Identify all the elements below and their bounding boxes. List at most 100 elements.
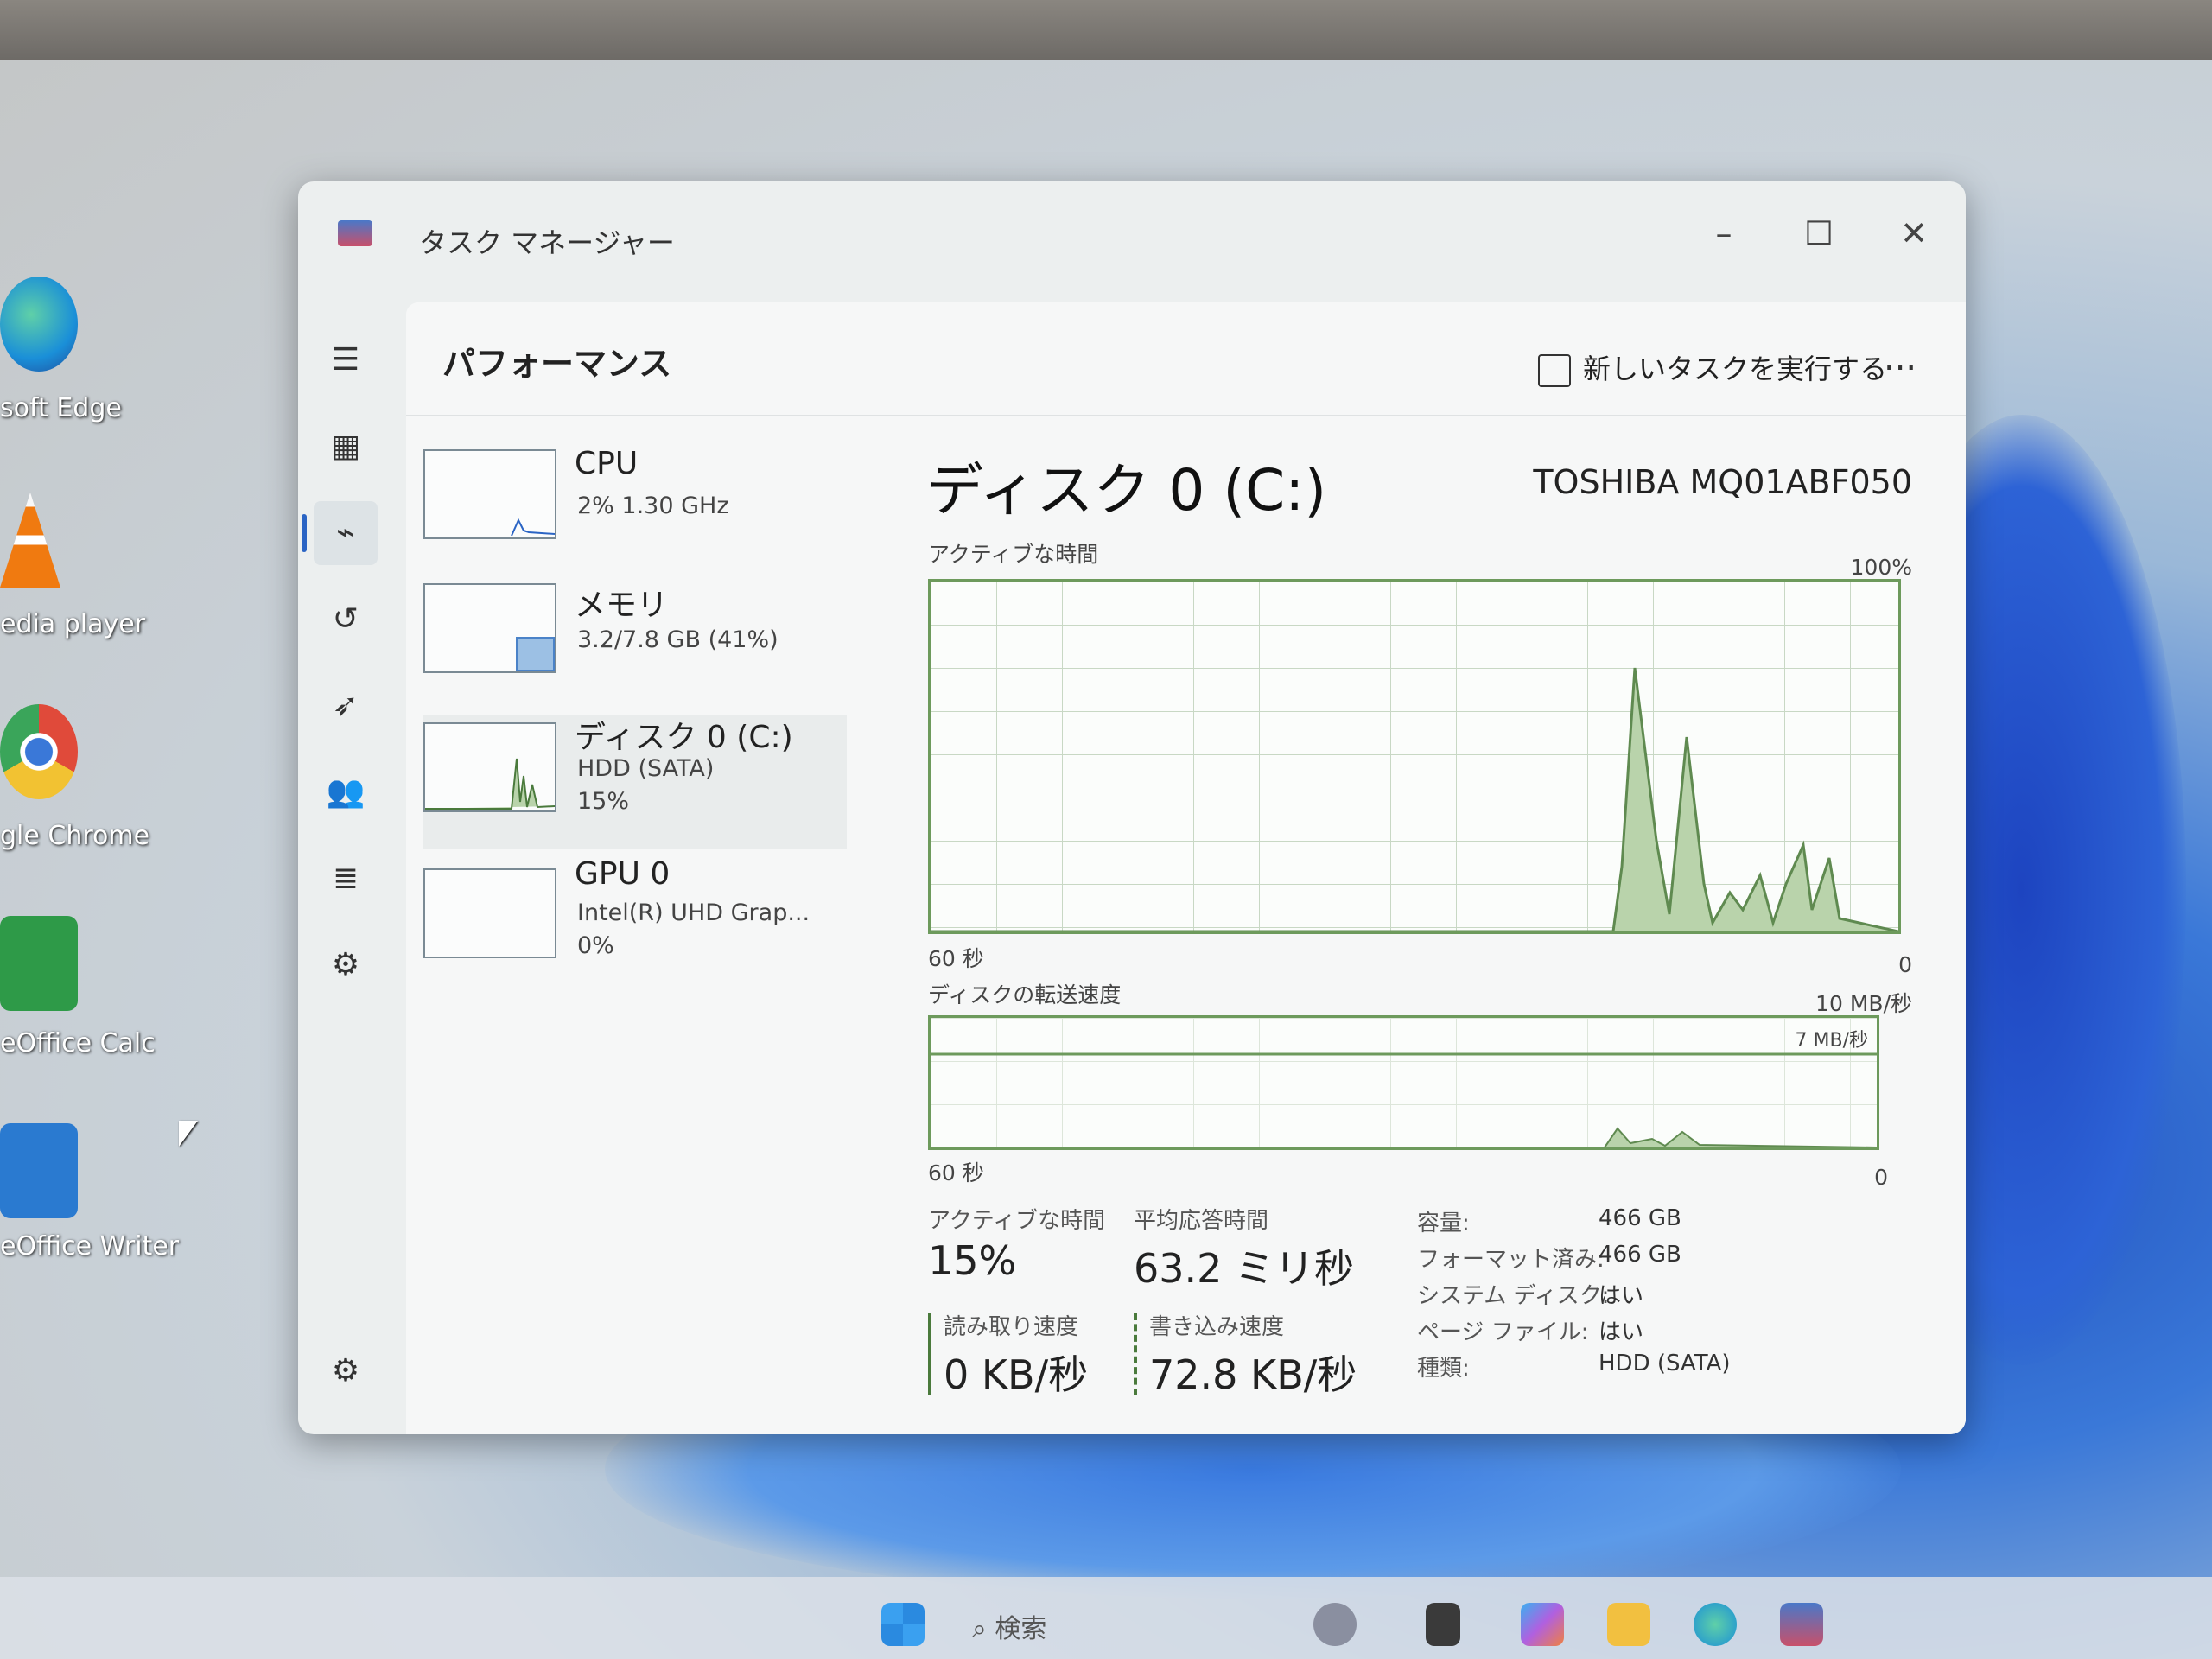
resource-name: CPU: [575, 446, 639, 481]
processes-icon[interactable]: ▦: [314, 415, 378, 479]
active-time-min: 0: [1898, 952, 1912, 977]
start-menu-icon[interactable]: [881, 1603, 925, 1646]
vlc-icon: [0, 493, 60, 588]
gpu-thumbnail-graph: [423, 868, 556, 958]
transfer-rate-label: ディスクの転送速度: [928, 982, 1122, 1007]
resource-item-gpu[interactable]: GPU 0 Intel(R) UHD Grap... 0%: [423, 856, 847, 981]
write-speed-label: 書き込み速度: [1149, 1314, 1285, 1340]
transfer-rate-min: 0: [1874, 1165, 1888, 1190]
avg-response-value: 63.2 ミリ秒: [1134, 1245, 1355, 1292]
property-key: フォーマット済み:: [1417, 1247, 1605, 1273]
folder-icon[interactable]: [1607, 1603, 1650, 1646]
startup-apps-icon[interactable]: ➶: [314, 674, 378, 738]
avg-response-label: 平均応答時間: [1134, 1208, 1269, 1234]
copilot-icon[interactable]: [1521, 1603, 1564, 1646]
desktop-icon-label: eOffice Calc: [0, 1028, 156, 1058]
property-value: 466 GB: [1599, 1205, 1681, 1231]
mouse-cursor: [179, 1121, 198, 1147]
property-value: 466 GB: [1599, 1242, 1681, 1268]
screen-bezel-top: [0, 0, 2212, 60]
property-value: はい: [1599, 1283, 1644, 1309]
performance-icon[interactable]: ⌁: [314, 501, 378, 565]
users-icon[interactable]: 👥: [314, 760, 378, 824]
active-time-plot: [931, 582, 1898, 931]
property-key: システム ディスク:: [1417, 1283, 1610, 1309]
task-manager-logo-icon: [338, 220, 372, 246]
transfer-rate-plot: [931, 1018, 1877, 1147]
settings-icon[interactable]: ⚙: [314, 1339, 378, 1403]
memory-thumbnail-graph: [423, 583, 556, 673]
file-explorer-icon[interactable]: [1426, 1603, 1460, 1646]
disk-title: ディスク 0 (C:): [926, 457, 1327, 524]
taskbar: [0, 1577, 2212, 1659]
edge-taskbar-icon[interactable]: [1694, 1603, 1737, 1646]
property-value: はい: [1599, 1319, 1644, 1345]
resource-item-cpu[interactable]: CPU 2% 1.30 GHz: [423, 446, 847, 570]
calc-icon: [0, 916, 78, 1011]
resource-item-memory[interactable]: メモリ 3.2/7.8 GB (41%): [423, 583, 847, 704]
resource-item-disk[interactable]: ディスク 0 (C:) HDD (SATA) 15%: [423, 715, 847, 849]
minimize-button[interactable]: –: [1689, 207, 1758, 259]
widgets-icon[interactable]: [1313, 1603, 1357, 1646]
resource-usage: 15%: [577, 788, 630, 815]
run-task-icon: [1538, 354, 1571, 387]
property-key: 容量:: [1417, 1211, 1470, 1236]
resource-detail: Intel(R) UHD Grap...: [577, 899, 810, 926]
active-time-duration: 60 秒: [928, 946, 984, 971]
active-time-label: アクティブな時間: [928, 542, 1099, 567]
panel-header: パフォーマンス 新しいタスクを実行する ...: [406, 302, 1966, 416]
property-value: HDD (SATA): [1599, 1351, 1731, 1376]
task-manager-window: タスク マネージャー – ☐ ✕ ☰ ▦ ⌁ ↺ ➶ 👥 ≣ ⚙ ⚙ パフォーマ…: [298, 181, 1966, 1434]
taskbar-search[interactable]: ⌕ 検索: [972, 1607, 1046, 1645]
window-title: タスク マネージャー: [419, 226, 675, 259]
desktop-icon-label: eOffice Writer: [0, 1231, 180, 1262]
active-time-stat-label: アクティブな時間: [928, 1208, 1106, 1234]
details-icon[interactable]: ≣: [314, 847, 378, 911]
transfer-rate-duration: 60 秒: [928, 1160, 984, 1185]
desktop-icon-label: soft Edge: [0, 393, 122, 423]
write-speed-value: 72.8 KB/秒: [1149, 1351, 1357, 1398]
resource-name: ディスク 0 (C:): [575, 720, 793, 755]
read-speed-label: 読み取り速度: [944, 1314, 1079, 1340]
close-button[interactable]: ✕: [1879, 207, 1948, 259]
read-speed-indicator: [928, 1313, 931, 1395]
active-time-max: 100%: [1850, 555, 1912, 580]
resource-name: GPU 0: [575, 856, 671, 892]
resource-usage: 0%: [577, 932, 614, 959]
more-options-button[interactable]: ...: [1884, 339, 1916, 378]
cpu-thumbnail-graph: [423, 449, 556, 539]
performance-panel: パフォーマンス 新しいタスクを実行する ... CPU 2% 1.30 GHz …: [406, 302, 1966, 1434]
maximize-button[interactable]: ☐: [1784, 207, 1853, 259]
page-title: パフォーマンス: [442, 345, 672, 383]
write-speed-indicator: [1134, 1313, 1137, 1395]
title-bar[interactable]: タスク マネージャー – ☐ ✕: [298, 181, 1966, 294]
transfer-rate-graph: 7 MB/秒: [928, 1015, 1879, 1150]
chrome-icon: [0, 704, 78, 799]
resource-name: メモリ: [575, 588, 669, 623]
task-manager-taskbar-icon[interactable]: [1780, 1603, 1823, 1646]
active-time-graph: [928, 579, 1901, 934]
transfer-rate-mid: 7 MB/秒: [1795, 1030, 1868, 1052]
writer-icon: [0, 1123, 78, 1218]
property-key: 種類:: [1417, 1356, 1470, 1382]
property-key: ページ ファイル:: [1417, 1319, 1589, 1345]
run-task-label: 新しいタスクを実行する: [1583, 353, 1888, 385]
search-icon: ⌕: [972, 1614, 995, 1644]
transfer-rate-max: 10 MB/秒: [1815, 991, 1912, 1016]
app-history-icon[interactable]: ↺: [314, 588, 378, 652]
resource-detail: 2% 1.30 GHz: [577, 493, 729, 519]
resource-type: HDD (SATA): [577, 755, 715, 782]
active-indicator: [302, 514, 307, 552]
desktop-icon-label: gle Chrome: [0, 821, 150, 851]
run-new-task-button[interactable]: 新しいタスクを実行する: [1538, 347, 1887, 387]
memory-usage-fill: [516, 637, 555, 671]
desktop-icon-label: edia player: [0, 609, 146, 639]
read-speed-value: 0 KB/秒: [944, 1351, 1089, 1398]
services-icon[interactable]: ⚙: [314, 933, 378, 997]
disk-model: TOSHIBA MQ01ABF050: [1533, 463, 1912, 501]
nav-sidebar: ☰ ▦ ⌁ ↺ ➶ 👥 ≣ ⚙ ⚙: [298, 294, 393, 1434]
active-time-stat-value: 15%: [928, 1237, 1017, 1284]
search-label: 検索: [995, 1614, 1047, 1644]
hamburger-menu-icon[interactable]: ☰: [314, 328, 378, 392]
disk-thumbnail-graph: [423, 722, 556, 812]
